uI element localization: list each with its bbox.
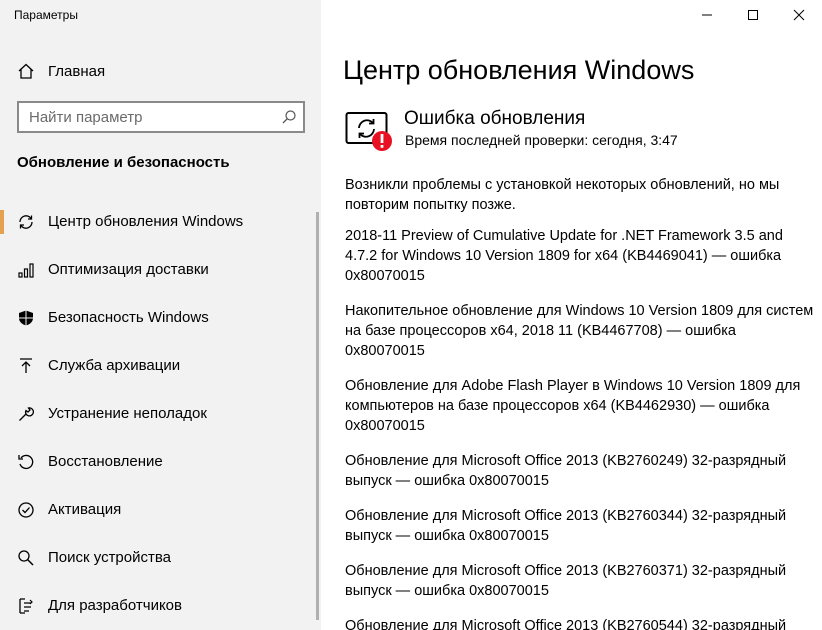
list-item: 2018-11 Preview of Cumulative Update for…	[345, 228, 783, 284]
sidebar-item-label: Восстановление	[48, 453, 163, 470]
home-button[interactable]: Главная	[0, 56, 321, 86]
sidebar-item-label: Поиск устройства	[48, 549, 172, 566]
close-button[interactable]	[776, 0, 822, 30]
sidebar-item-label: Устранение неполадок	[48, 405, 207, 422]
sidebar-item-find-device[interactable]: Поиск устройства	[0, 538, 316, 578]
sidebar-item-activation[interactable]: Активация	[0, 490, 316, 530]
minimize-button[interactable]	[684, 0, 730, 30]
sidebar-item-developers[interactable]: Для разработчиков	[0, 586, 316, 626]
recovery-icon	[17, 453, 35, 471]
sidebar-item-backup[interactable]: Служба архивации	[0, 346, 316, 386]
sidebar-item-label: Для разработчиков	[48, 597, 182, 614]
sidebar-item-label: Центр обновления Windows	[48, 213, 244, 230]
search-icon[interactable]	[281, 109, 297, 125]
wrench-icon	[17, 405, 35, 423]
list-item: Обновление для Adobe Flash Player в Wind…	[345, 378, 801, 434]
sidebar-item-label: Служба архивации	[48, 357, 181, 374]
app-title: Параметры	[14, 8, 78, 22]
intro-message: Возникли проблемы с установкой некоторых…	[345, 177, 780, 213]
search-placeholder: Найти параметр	[29, 109, 143, 126]
backup-arrow-icon	[17, 357, 35, 375]
selection-indicator	[0, 210, 4, 234]
delivery-optimization-icon	[17, 261, 35, 279]
developer-icon	[17, 597, 35, 615]
page-title: Центр обновления Windows	[343, 55, 695, 85]
sidebar-scrollbar[interactable]	[316, 212, 319, 620]
sync-icon	[17, 213, 35, 231]
sidebar-item-windows-update[interactable]: Центр обновления Windows	[0, 202, 316, 242]
sidebar-item-label: Безопасность Windows	[48, 309, 209, 326]
sidebar: Параметры Главная Найти параметр Обновле…	[0, 0, 321, 630]
find-device-icon	[17, 549, 35, 567]
shield-icon	[17, 309, 35, 327]
status-heading: Ошибка обновления	[404, 108, 586, 129]
sidebar-item-label: Оптимизация доставки	[48, 261, 209, 278]
maximize-button[interactable]	[730, 0, 776, 30]
close-icon	[793, 9, 805, 21]
sidebar-item-windows-security[interactable]: Безопасность Windows	[0, 298, 316, 338]
home-label: Главная	[48, 63, 106, 80]
minimize-icon	[702, 14, 712, 16]
list-item: Обновление для Microsoft Office 2013 (KB…	[345, 563, 787, 599]
maximize-icon	[748, 10, 758, 20]
sidebar-item-delivery-optimization[interactable]: Оптимизация доставки	[0, 250, 316, 290]
sidebar-item-troubleshoot[interactable]: Устранение неполадок	[0, 394, 316, 434]
sidebar-item-label: Активация	[48, 501, 122, 518]
list-item: Обновление для Microsoft Office 2013 (KB…	[345, 508, 787, 544]
list-item: Накопительное обновление для Windows 10 …	[345, 303, 814, 359]
section-title: Обновление и безопасность	[17, 154, 230, 171]
list-item: Обновление для Microsoft Office 2013 (KB…	[345, 453, 787, 489]
home-icon	[17, 62, 35, 80]
sidebar-item-recovery[interactable]: Восстановление	[0, 442, 316, 482]
check-circle-icon	[17, 501, 35, 519]
search-input[interactable]: Найти параметр	[17, 101, 305, 133]
list-item: Обновление для Microsoft Office 2013 (KB…	[345, 618, 787, 630]
update-error-icon	[345, 104, 395, 152]
last-check-text: Время последней проверки: сегодня, 3:47	[405, 132, 678, 148]
